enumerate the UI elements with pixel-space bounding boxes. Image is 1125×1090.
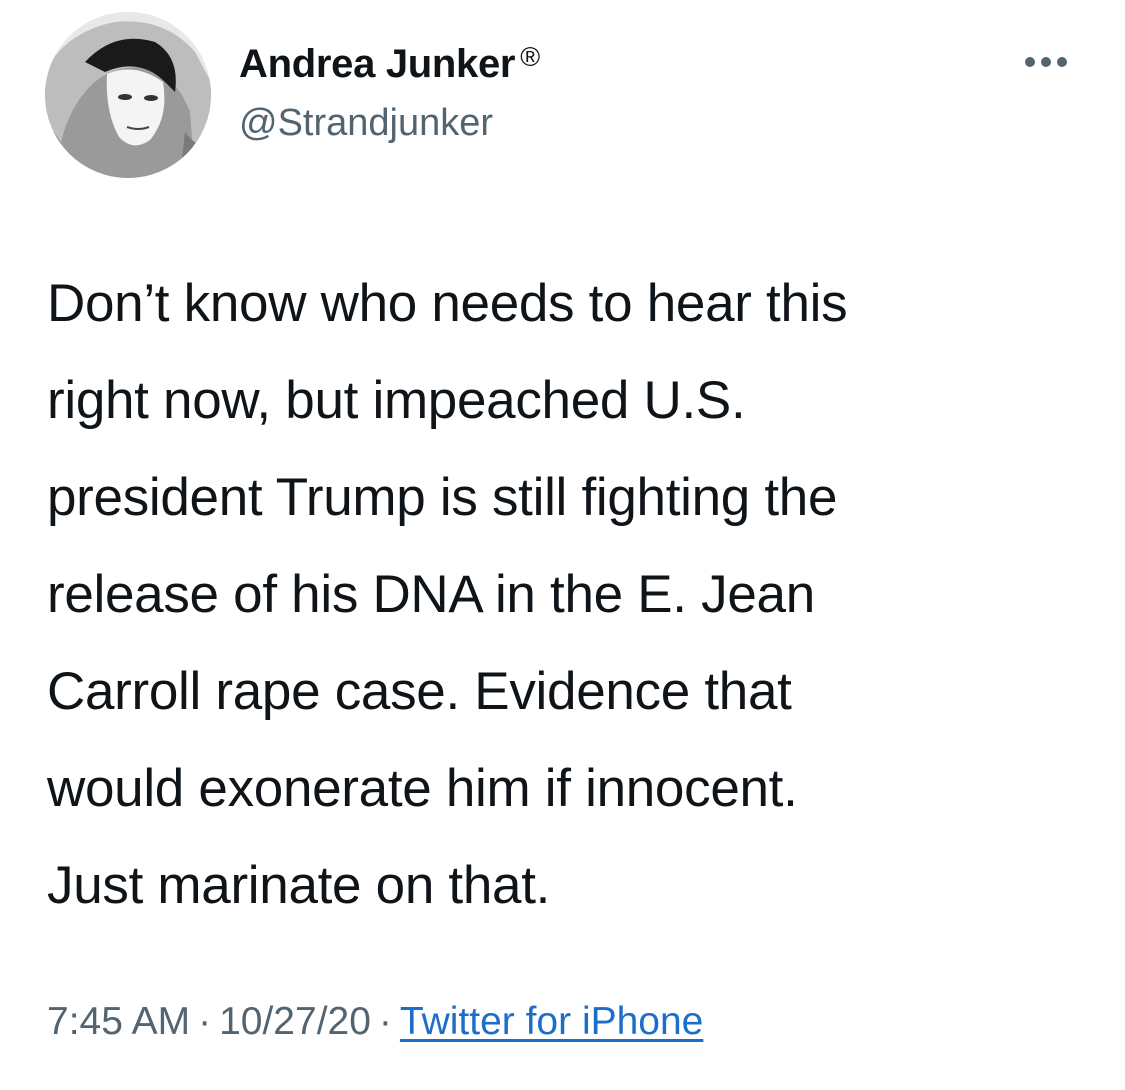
- more-horizontal-icon: [1041, 57, 1051, 67]
- tweet-card: Andrea Junker ® @Strandjunker Don’t know …: [0, 0, 1125, 1090]
- source-link[interactable]: Twitter for iPhone: [400, 1000, 703, 1043]
- tweet-text-line: Carroll rape case. Evidence that: [47, 662, 792, 721]
- display-name-text: Andrea Junker: [239, 42, 516, 86]
- tweet-text-line: Just marinate on that.: [47, 856, 551, 915]
- separator: ·: [198, 1000, 212, 1043]
- more-options-button[interactable]: [1016, 44, 1076, 80]
- registered-mark-icon: ®: [520, 42, 540, 72]
- tweet-date[interactable]: 10/27/20: [219, 1000, 371, 1043]
- separator: ·: [378, 1000, 392, 1043]
- tweet-text-line: right now, but impeached U.S.: [47, 371, 746, 430]
- tweet-time[interactable]: 7:45 AM: [47, 1000, 190, 1043]
- tweet-text: Don’t know who needs to hear this right …: [47, 255, 1097, 934]
- user-handle[interactable]: @Strandjunker: [239, 102, 493, 145]
- avatar[interactable]: [45, 12, 211, 178]
- tweet-text-line: release of his DNA in the E. Jean: [47, 565, 815, 624]
- display-name[interactable]: Andrea Junker ®: [239, 42, 540, 87]
- more-horizontal-icon: [1057, 57, 1067, 67]
- tweet-metadata: 7:45 AM · 10/27/20 · Twitter for iPhone: [47, 1000, 703, 1044]
- profile-photo-icon: [45, 12, 211, 178]
- more-horizontal-icon: [1025, 57, 1035, 67]
- tweet-text-line: president Trump is still fighting the: [47, 468, 838, 527]
- tweet-text-line: Don’t know who needs to hear this: [47, 274, 848, 333]
- tweet-text-line: would exonerate him if innocent.: [47, 759, 798, 818]
